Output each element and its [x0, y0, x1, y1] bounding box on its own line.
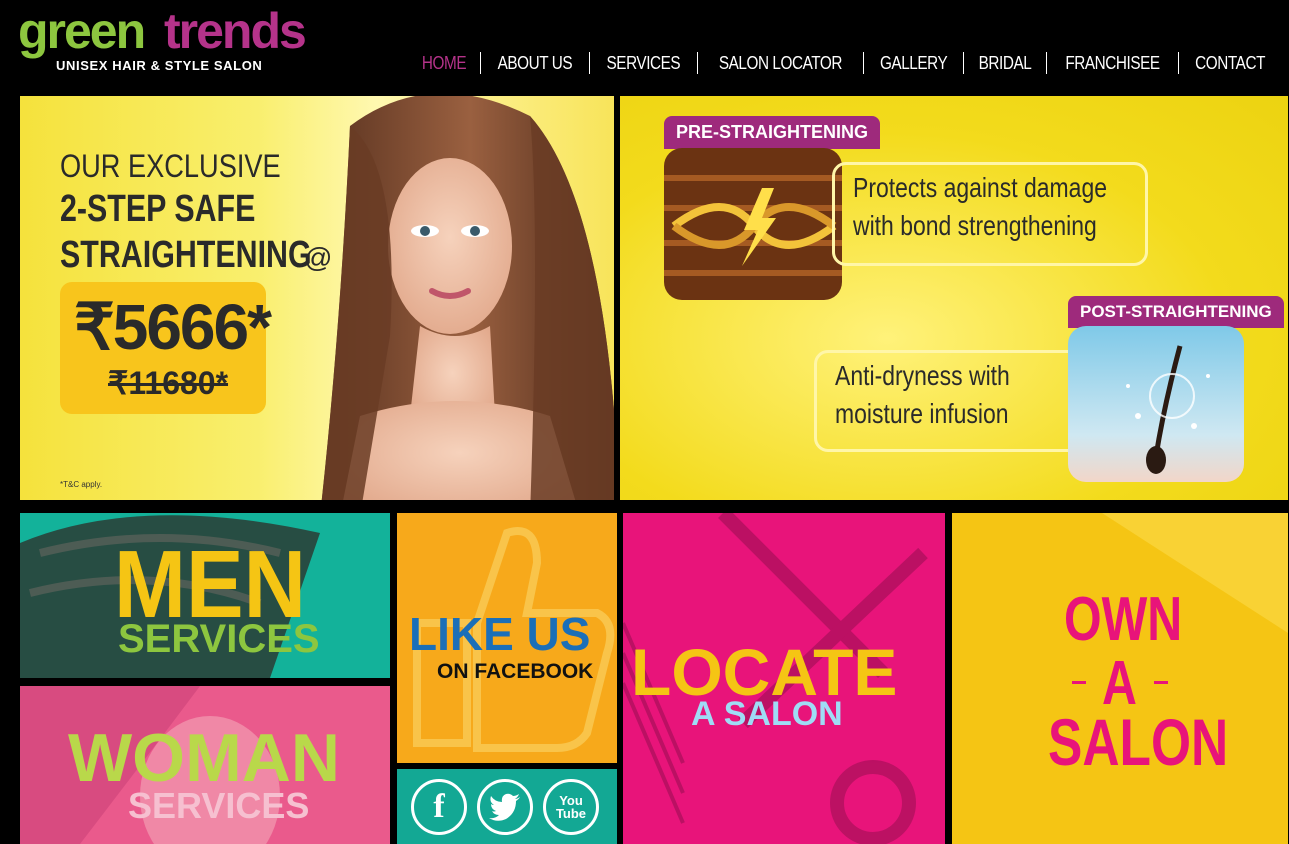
- logo-word-green: green: [18, 3, 146, 59]
- promo-price: ₹5666*: [74, 291, 272, 363]
- logo-word-trends: trends: [164, 3, 307, 59]
- nav-salon-locator[interactable]: SALON LOCATOR: [710, 50, 850, 76]
- like-subtitle: ON FACEBOOK: [437, 660, 594, 683]
- own-salon-tile[interactable]: OWN A SALON: [952, 513, 1288, 844]
- nav-divider: [962, 52, 964, 74]
- twitter-bird-icon: [489, 793, 520, 821]
- twitter-icon[interactable]: [477, 779, 533, 835]
- nav-home[interactable]: HOME: [414, 50, 475, 76]
- post-straightening-badge: POST-STRAIGHTENING: [1068, 296, 1284, 328]
- promo-line-3: STRAIGHTENING: [60, 234, 312, 276]
- pre-benefit-box: Protects against damage with bond streng…: [832, 162, 1148, 266]
- pre-benefit-line-2: with bond strengthening: [853, 210, 1097, 241]
- logo-tagline: UNISEX HAIR & STYLE SALON: [56, 58, 263, 73]
- nav-divider: [696, 52, 698, 74]
- main-nav: HOME ABOUT US SERVICES SALON LOCATOR GAL…: [408, 50, 1281, 76]
- nav-services[interactable]: SERVICES: [598, 50, 689, 76]
- own-dash-left: [1072, 681, 1086, 684]
- nav-divider: [1045, 52, 1047, 74]
- youtube-icon[interactable]: You Tube: [543, 779, 599, 835]
- terms-note: *T&C apply.: [60, 480, 103, 489]
- nav-bridal[interactable]: BRIDAL: [970, 50, 1040, 76]
- facebook-icon[interactable]: f: [411, 779, 467, 835]
- nav-divider: [588, 52, 590, 74]
- social-links-tile: f You Tube: [397, 769, 617, 844]
- locate-salon-tile[interactable]: LOCATE A SALON: [623, 513, 945, 844]
- own-line-1: OWN: [1064, 585, 1183, 654]
- promo-old-price: ₹11680*: [108, 365, 229, 401]
- nav-divider: [1177, 52, 1179, 74]
- nav-franchisee[interactable]: FRANCHISEE: [1057, 50, 1168, 76]
- nav-contact[interactable]: CONTACT: [1186, 50, 1273, 76]
- men-subtitle: SERVICES: [118, 617, 320, 661]
- pre-benefit-line-1: Protects against damage: [853, 172, 1107, 203]
- logo[interactable]: green trends UNISEX HAIR & STYLE SALON: [18, 6, 318, 76]
- woman-services-tile[interactable]: WOMAN SERVICES: [20, 686, 390, 844]
- woman-subtitle: SERVICES: [128, 785, 310, 826]
- pre-straightening-badge: PRE-STRAIGHTENING: [664, 116, 881, 149]
- hair-bond-image: [664, 148, 842, 300]
- post-benefit-line-2: moisture infusion: [835, 398, 1009, 429]
- like-title: LIKE US: [409, 608, 591, 660]
- post-benefit-box: Anti-dryness with moisture infusion: [814, 350, 1082, 452]
- own-line-3: SALON: [1048, 705, 1229, 779]
- promo-line-2: 2-STEP SAFE: [60, 188, 256, 230]
- hair-follicle-image: [1068, 326, 1244, 482]
- promo-at-sign: @: [304, 242, 333, 273]
- nav-about-us[interactable]: ABOUT US: [489, 50, 581, 76]
- like-us-facebook-tile[interactable]: LIKE US ON FACEBOOK: [397, 513, 617, 763]
- nav-divider: [862, 52, 864, 74]
- youtube-label-bottom: Tube: [555, 806, 587, 821]
- men-services-tile[interactable]: MEN SERVICES: [20, 513, 390, 678]
- nav-gallery[interactable]: GALLERY: [871, 50, 955, 76]
- model-hair-image: [321, 96, 614, 500]
- woman-title: WOMAN: [68, 720, 340, 796]
- locate-subtitle: A SALON: [691, 695, 843, 733]
- nav-divider: [480, 52, 482, 74]
- own-dash-right: [1154, 681, 1168, 684]
- promo-banner-price[interactable]: OUR EXCLUSIVE 2-STEP SAFE STRAIGHTENING …: [20, 96, 614, 500]
- promo-line-1: OUR EXCLUSIVE: [60, 148, 281, 184]
- post-benefit-line-1: Anti-dryness with: [835, 360, 1010, 391]
- promo-banner-benefits[interactable]: PRE-STRAIGHTENING Protects against damag…: [620, 96, 1288, 500]
